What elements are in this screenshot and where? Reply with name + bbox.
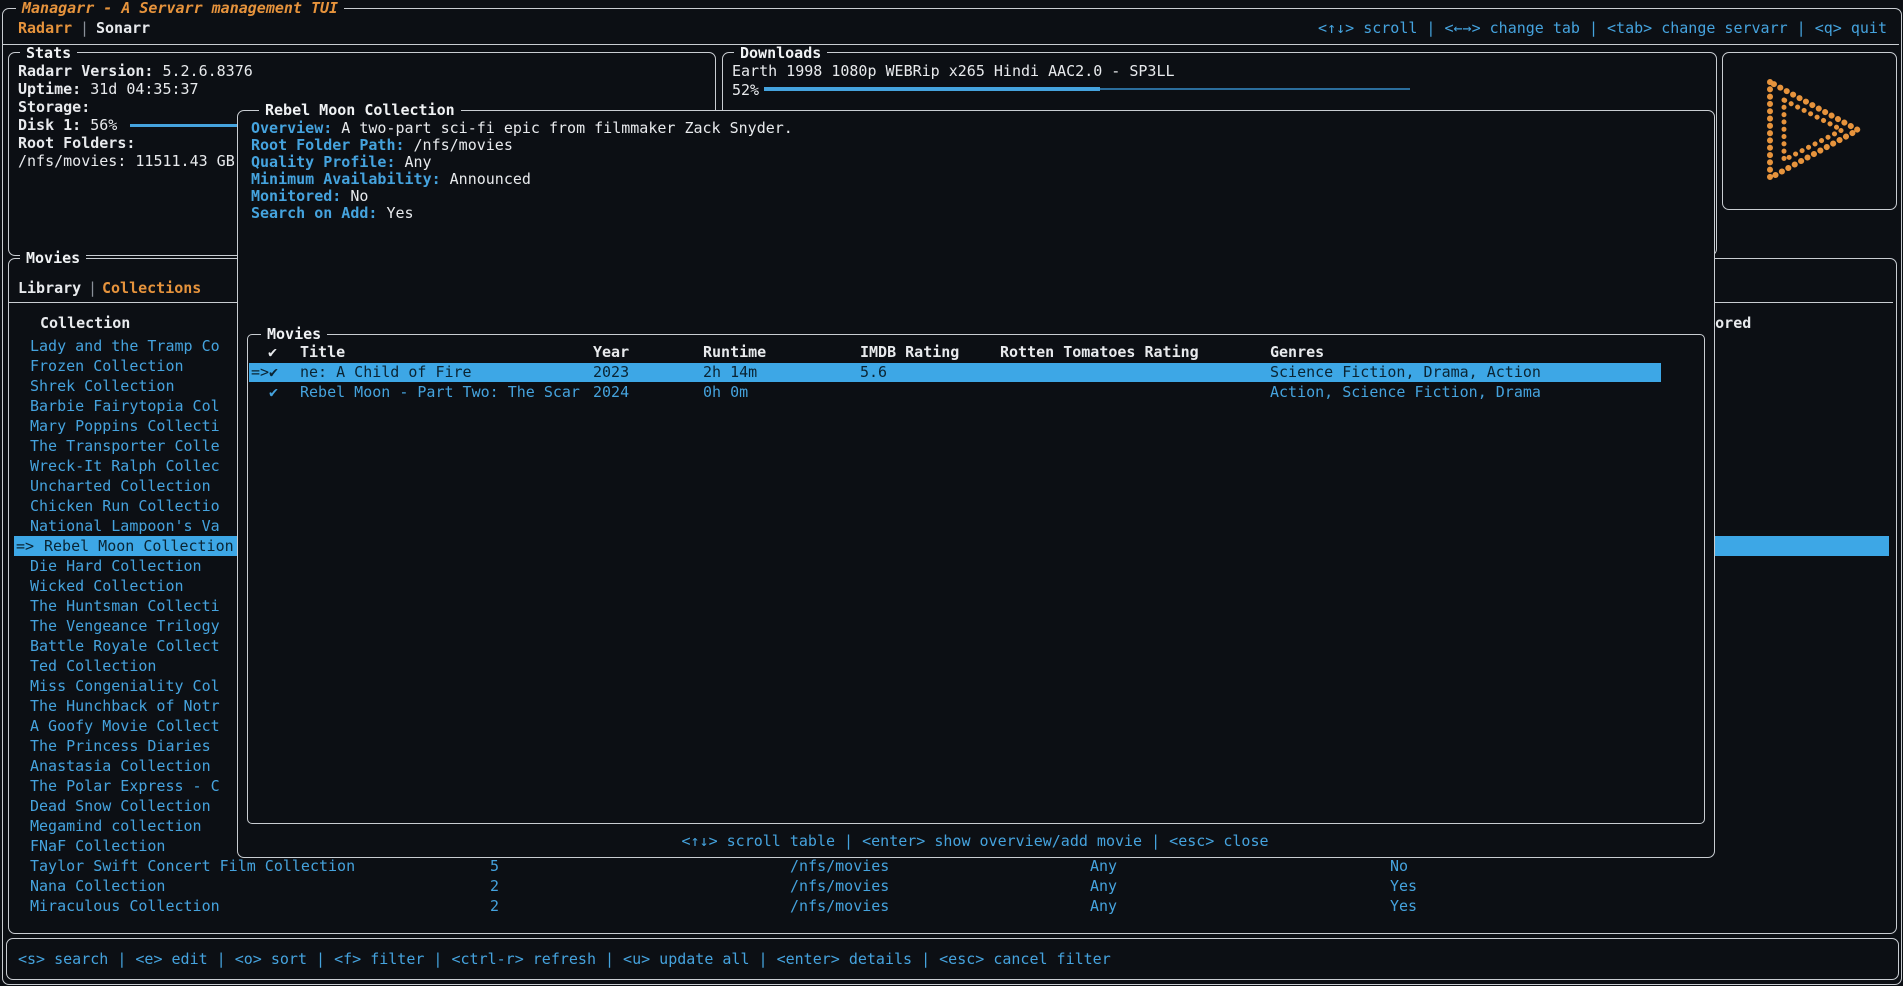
field-label: Root Folder Path: [251, 136, 405, 154]
movie-runtime: 2h 14m [703, 363, 757, 382]
field-label: Overview: [251, 119, 332, 137]
header-genres: Genres [1270, 343, 1324, 361]
field-label: Monitored: [251, 187, 341, 205]
header-monitored-check-icon: ✔ [268, 343, 277, 361]
movie-row[interactable]: ✔ Rebel Moon - Part Two: The Scar 2024 0h 0… [249, 383, 1661, 402]
monitored-check-icon: ✔ [269, 383, 278, 402]
bottom-keybinds: <s> search | <e> edit | <o> sort | <f> f… [18, 950, 1111, 968]
movie-year: 2023 [593, 363, 629, 382]
movie-title: ne: A Child of Fire [300, 363, 472, 382]
collection-row[interactable]: Nana Collection2/nfs/moviesAnyYes [14, 876, 1889, 896]
collection-row[interactable]: Miraculous Collection2/nfs/moviesAnyYes [14, 896, 1889, 916]
header-title: Title [300, 343, 345, 361]
field-label: Quality Profile: [251, 153, 396, 171]
field-value: Any [405, 153, 432, 171]
managarr-screen: Managarr - A Servarr management TUI Rada… [0, 0, 1903, 986]
header-runtime: Runtime [703, 343, 766, 361]
collection-row[interactable]: Taylor Swift Concert Film Collection5/nf… [14, 856, 1889, 876]
movie-genres: Science Fiction, Drama, Action [1270, 363, 1541, 382]
field-value: No [350, 187, 368, 205]
modal-field-quality-profile: Quality Profile: Any [251, 153, 432, 171]
modal-keybinds: <↑↓> scroll table | <enter> show overvie… [237, 832, 1713, 850]
movie-runtime: 0h 0m [703, 383, 748, 402]
monitored-check-icon: ✔ [269, 363, 278, 382]
movie-row-selected[interactable]: =>✔ ne: A Child of Fire 2023 2h 14m 5.6 Scien… [249, 363, 1661, 382]
movie-genres: Action, Science Fiction, Drama [1270, 383, 1541, 402]
modal-title: Rebel Moon Collection [259, 102, 461, 118]
modal-field-overview: Overview: A two-part sci-fi epic from fil… [251, 119, 793, 137]
field-value: Announced [450, 170, 531, 188]
modal-movies-title: Movies [261, 326, 327, 342]
header-imdb-rating: IMDB Rating [860, 343, 959, 361]
movie-title: Rebel Moon - Part Two: The Scar [300, 383, 580, 402]
field-label: Search on Add: [251, 204, 377, 222]
movie-year: 2024 [593, 383, 629, 402]
header-year: Year [593, 343, 629, 361]
field-value: /nfs/movies [414, 136, 513, 154]
field-value: Yes [386, 204, 413, 222]
modal-field-minimum-availability: Minimum Availability: Announced [251, 170, 531, 188]
field-value: A two-part sci-fi epic from filmmaker Za… [341, 119, 793, 137]
modal-movies-table [247, 334, 1705, 824]
modal-field-search-on-add: Search on Add: Yes [251, 204, 414, 222]
modal-field-root-folder: Root Folder Path: /nfs/movies [251, 136, 513, 154]
movie-imdb-rating: 5.6 [860, 363, 887, 382]
field-label: Minimum Availability: [251, 170, 441, 188]
modal-field-monitored: Monitored: No [251, 187, 368, 205]
selection-arrow: => [251, 363, 269, 382]
header-rotten-tomatoes-rating: Rotten Tomatoes Rating [1000, 343, 1199, 361]
